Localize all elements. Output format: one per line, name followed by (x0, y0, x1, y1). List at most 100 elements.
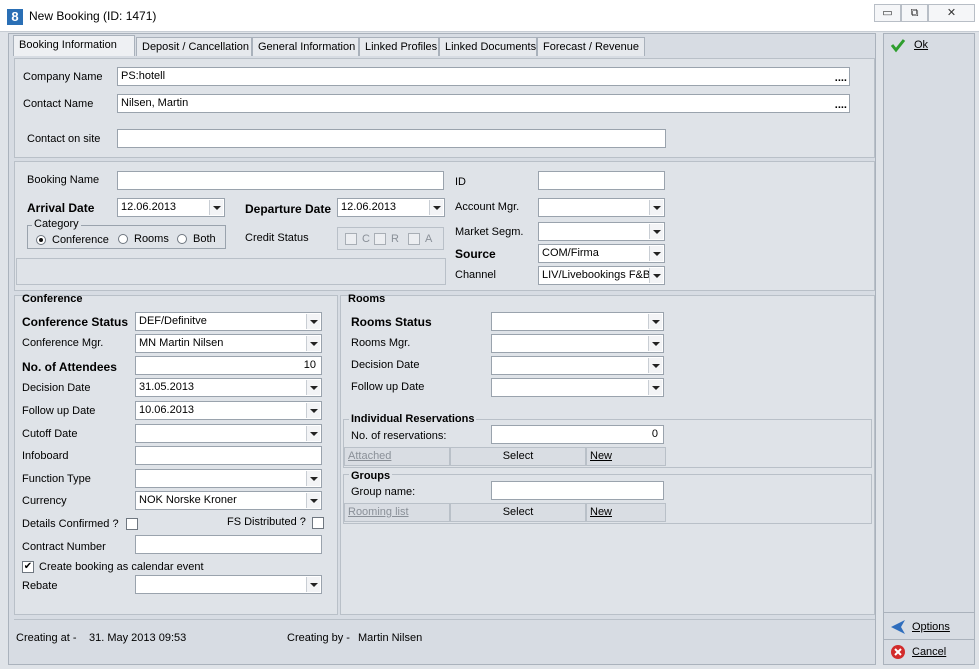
rooms-followup-date-label: Follow up Date (351, 381, 425, 393)
radio-rooms[interactable] (118, 234, 128, 244)
function-type-select[interactable] (135, 469, 322, 488)
tab-linked-profiles[interactable]: Linked Profiles (359, 37, 439, 56)
contract-number-field[interactable] (135, 535, 322, 554)
infoboard-field[interactable] (135, 446, 322, 465)
tab-forecast-revenue[interactable]: Forecast / Revenue (537, 37, 645, 56)
chevron-down-icon[interactable] (648, 336, 662, 351)
credit-a-label: A (425, 233, 433, 245)
new-group-button[interactable]: New (586, 503, 666, 522)
contact-lookup-button[interactable]: .... (835, 96, 847, 112)
details-confirmed-label: Details Confirmed ? (22, 518, 119, 530)
chevron-down-icon[interactable] (648, 358, 662, 373)
attached-label: Attached (348, 450, 392, 462)
departure-date-field[interactable]: 12.06.2013 (337, 198, 445, 217)
arrival-date-field[interactable]: 12.06.2013 (117, 198, 225, 217)
account-mgr-select[interactable] (538, 198, 665, 217)
rooms-followup-date-field[interactable] (491, 378, 664, 397)
fs-distributed-checkbox[interactable] (312, 517, 324, 529)
contact-name-field[interactable]: Nilsen, Martin.... (117, 94, 850, 113)
rooming-list-button[interactable]: Rooming list (344, 503, 450, 522)
chevron-down-icon[interactable] (648, 314, 662, 329)
chevron-down-icon[interactable] (306, 577, 320, 592)
rooms-status-label: Rooms Status (351, 315, 432, 329)
chevron-down-icon[interactable] (429, 200, 443, 215)
minimize-button[interactable]: ▭ (874, 4, 901, 22)
contact-onsite-field[interactable] (117, 129, 666, 148)
tab-booking-information[interactable]: Booking Information (13, 35, 135, 56)
select-group-button[interactable]: Select (450, 503, 586, 522)
category-label: Category (32, 218, 81, 230)
rooms-mgr-select[interactable] (491, 334, 664, 353)
radio-conference[interactable] (36, 235, 46, 245)
cutoff-date-field[interactable] (135, 424, 322, 443)
contact-name-label: Contact Name (23, 98, 94, 110)
close-button[interactable]: ✕ (928, 4, 975, 22)
attached-button[interactable]: Attached (344, 447, 450, 466)
attendees-field[interactable]: 10 (135, 356, 322, 375)
cancel-icon (891, 645, 905, 659)
chevron-down-icon[interactable] (209, 200, 223, 215)
credit-c-label: C (362, 233, 370, 245)
arrival-date-label: Arrival Date (27, 201, 95, 215)
cancel-button[interactable]: Cancel (884, 641, 974, 663)
options-button[interactable]: Options (884, 616, 974, 638)
booking-name-field[interactable] (117, 171, 444, 190)
conf-followup-date-field[interactable]: 10.06.2013 (135, 401, 322, 420)
chevron-down-icon[interactable] (306, 471, 320, 486)
rooms-status-select[interactable] (491, 312, 664, 331)
radio-both[interactable] (177, 234, 187, 244)
ok-label: Ok (914, 39, 929, 51)
tab-deposit-cancellation[interactable]: Deposit / Cancellation (136, 37, 252, 56)
creating-at-value: 31. May 2013 09:53 (89, 632, 187, 644)
groups-title: Groups (349, 470, 393, 482)
credit-r-label: R (391, 233, 399, 245)
restore-button[interactable]: ⧉ (901, 4, 928, 22)
conference-mgr-select[interactable]: MN Martin Nilsen (135, 334, 322, 353)
chevron-down-icon[interactable] (649, 224, 663, 239)
chevron-down-icon[interactable] (306, 314, 320, 329)
num-reservations-field[interactable]: 0 (491, 425, 664, 444)
chevron-down-icon[interactable] (649, 200, 663, 215)
company-name-field[interactable]: PS:hotell.... (117, 67, 850, 86)
rebate-select[interactable] (135, 575, 322, 594)
select-reservation-button[interactable]: Select (450, 447, 586, 466)
source-select[interactable]: COM/Firma (538, 244, 665, 263)
attendees-label: No. of Attendees (22, 360, 117, 374)
currency-label: Currency (22, 495, 67, 507)
ok-button[interactable]: Ok (884, 34, 974, 56)
chevron-down-icon[interactable] (649, 246, 663, 261)
currency-value: NOK Norske Kroner (139, 494, 237, 506)
tab-general-information[interactable]: General Information (252, 37, 359, 56)
group-name-field[interactable] (491, 481, 664, 500)
chevron-down-icon[interactable] (306, 336, 320, 351)
individual-reservations-title: Individual Reservations (349, 413, 477, 425)
chevron-down-icon[interactable] (306, 493, 320, 508)
contract-number-label: Contract Number (22, 541, 106, 553)
credit-c-checkbox[interactable] (345, 233, 357, 245)
details-confirmed-checkbox[interactable] (126, 518, 138, 530)
chevron-down-icon[interactable] (306, 380, 320, 395)
chevron-down-icon[interactable] (306, 426, 320, 441)
new-reservation-button[interactable]: New (586, 447, 666, 466)
id-field[interactable] (538, 171, 665, 190)
market-segm-select[interactable] (538, 222, 665, 241)
channel-select[interactable]: LIV/Livebookings F&B (538, 266, 665, 285)
company-lookup-button[interactable]: .... (835, 69, 847, 85)
conference-status-value: DEF/Definitve (139, 315, 207, 327)
conf-decision-date-field[interactable]: 31.05.2013 (135, 378, 322, 397)
credit-r-checkbox[interactable] (374, 233, 386, 245)
conf-decision-date-label: Decision Date (22, 382, 91, 394)
tab-linked-documents[interactable]: Linked Documents (439, 37, 537, 56)
contact-onsite-label: Contact on site (27, 133, 101, 145)
chevron-down-icon[interactable] (306, 403, 320, 418)
rooms-decision-date-field[interactable] (491, 356, 664, 375)
conference-status-select[interactable]: DEF/Definitve (135, 312, 322, 331)
rebate-label: Rebate (22, 580, 58, 592)
calendar-event-checkbox[interactable]: ✔ (22, 561, 34, 573)
chevron-down-icon[interactable] (649, 268, 663, 283)
arrival-date-value: 12.06.2013 (121, 201, 177, 213)
chevron-down-icon[interactable] (648, 380, 662, 395)
currency-select[interactable]: NOK Norske Kroner (135, 491, 322, 510)
credit-a-checkbox[interactable] (408, 233, 420, 245)
options-label: Options (912, 621, 950, 633)
